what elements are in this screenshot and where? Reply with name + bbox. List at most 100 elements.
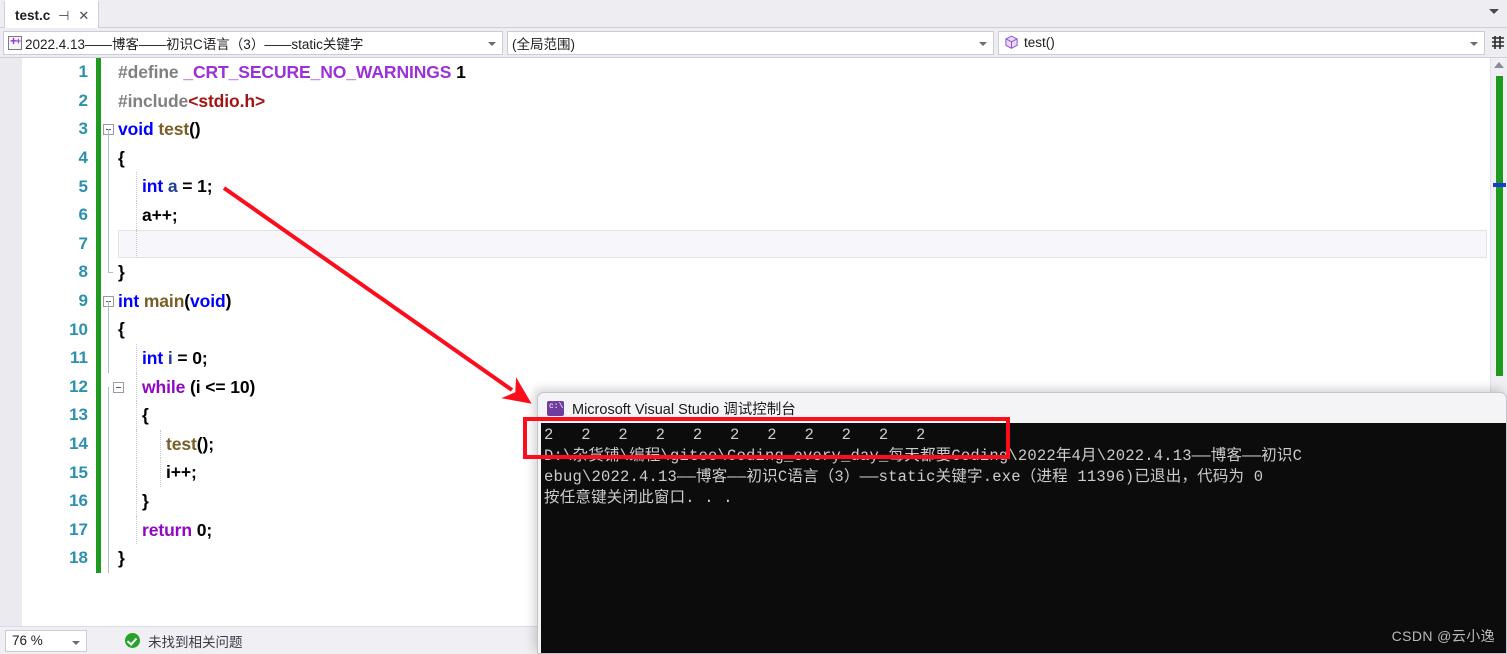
fold-column[interactable] (101, 401, 118, 430)
indent-guide (136, 372, 137, 402)
code-line[interactable]: 11 int i = 0; (0, 343, 1490, 373)
chevron-down-icon[interactable] (488, 41, 496, 46)
fold-column[interactable] (101, 315, 118, 344)
fold-column[interactable] (101, 429, 118, 459)
member-list-icon[interactable] (1489, 33, 1507, 53)
code-text: #include<stdio.h> (118, 87, 1490, 116)
fold-column[interactable] (101, 544, 118, 573)
collapse-toggle-icon[interactable] (113, 381, 124, 393)
line-number: 3 (78, 119, 88, 139)
code-token: { (118, 147, 125, 168)
member-dropdown-value: test() (1024, 35, 1055, 50)
chevron-down-icon[interactable] (979, 41, 987, 46)
code-token: int (142, 176, 168, 197)
code-text: int main(void) (118, 287, 1490, 316)
code-token: int (118, 290, 144, 311)
fold-column[interactable] (101, 343, 118, 373)
console-prompt-line: 按任意键关闭此窗口. . . (544, 489, 733, 507)
fold-column[interactable] (101, 115, 118, 144)
code-token: int (142, 347, 168, 368)
zoom-level-dropdown[interactable]: 76 % (5, 629, 87, 652)
code-line[interactable]: 9 int main(void) (0, 286, 1490, 316)
line-number: 14 (69, 434, 88, 454)
code-line[interactable]: 10 { (0, 315, 1490, 344)
fold-column[interactable] (101, 87, 118, 116)
chevron-down-icon[interactable] (1470, 41, 1478, 46)
fold-column[interactable] (101, 515, 118, 545)
line-number: 4 (78, 148, 88, 168)
indent-guide (160, 429, 161, 459)
fold-column[interactable] (101, 486, 118, 516)
zoom-level-value: 76 % (12, 633, 43, 648)
console-path-line-2: ebug\2022.4.13——博客——初识C语言（3）——static关键字.… (544, 468, 1264, 486)
fold-guide (108, 129, 109, 144)
code-token: void (190, 290, 226, 311)
chevron-down-icon[interactable] (72, 640, 80, 645)
code-token: } (118, 262, 125, 283)
fold-guide (108, 544, 109, 573)
project-dropdown[interactable]: 2022.4.13——博客——初识C语言（3）——static关键字 (3, 30, 503, 55)
fold-column[interactable] (101, 229, 118, 259)
line-number: 16 (69, 491, 88, 511)
scroll-up-arrow-icon[interactable] (1494, 62, 1504, 68)
status-message: 未找到相关问题 (148, 634, 243, 650)
line-number: 15 (69, 462, 88, 482)
line-number: 1 (78, 62, 88, 82)
cube-icon (1005, 35, 1018, 49)
fold-column[interactable] (101, 458, 118, 487)
code-token: return (142, 519, 197, 540)
fold-column[interactable] (101, 143, 118, 173)
fold-column[interactable] (101, 258, 118, 287)
code-token: ); (262, 233, 275, 254)
code-token: ; (201, 347, 208, 368)
code-line[interactable]: 5 int a = 1; (0, 172, 1490, 201)
code-line[interactable]: 4{ (0, 143, 1490, 173)
line-number: 18 (69, 548, 88, 568)
fold-guide (108, 300, 109, 316)
close-icon[interactable]: ✕ (77, 9, 90, 22)
code-line[interactable]: 3 void test() (0, 115, 1490, 144)
code-token: main (143, 290, 185, 311)
line-number: 9 (78, 291, 88, 311)
code-token: #define (118, 62, 184, 82)
code-token: "%d " (191, 233, 244, 254)
indent-guide (136, 515, 137, 545)
scope-dropdown[interactable]: (全局范围) (507, 30, 994, 55)
code-token: test (158, 119, 190, 140)
pin-icon[interactable]: ⊣ (57, 9, 70, 22)
fold-guide (108, 458, 109, 487)
fold-column[interactable] (101, 373, 124, 402)
tab-test-c[interactable]: test.c ⊣ ✕ (4, 0, 100, 28)
code-token: _CRT_SECURE_NO_WARNINGS (183, 62, 452, 82)
indent-guide (136, 401, 137, 430)
fold-column[interactable] (101, 200, 118, 230)
code-line[interactable]: 2 #include<stdio.h> (0, 86, 1490, 116)
line-number: 7 (78, 233, 88, 253)
fold-column[interactable] (101, 58, 118, 87)
code-token: <stdio.h> (188, 90, 266, 111)
code-text: } (118, 258, 1490, 287)
scrollbar-thumb[interactable] (1496, 76, 1503, 376)
code-line[interactable]: 7 printf("%d ", a); (0, 229, 1490, 259)
code-token: 1 (451, 62, 466, 82)
code-line[interactable]: 1 #define _CRT_SECURE_NO_WARNINGS 1 (0, 58, 1490, 87)
code-text: int a = 1; (118, 172, 1490, 201)
fold-guide (108, 401, 109, 430)
fold-column[interactable] (101, 287, 118, 316)
fold-column[interactable] (101, 172, 118, 201)
code-line[interactable]: 8} (0, 258, 1490, 287)
indent-guide (136, 200, 137, 230)
tab-label: test.c (15, 7, 51, 23)
code-token: ) (225, 290, 232, 311)
code-text: int i = 0; (118, 344, 1490, 373)
chevron-down-icon[interactable] (1489, 9, 1499, 14)
fold-guide (108, 258, 113, 273)
code-token: i++; (166, 462, 197, 483)
code-token: (); (196, 433, 214, 454)
code-token: #include (118, 90, 189, 111)
member-dropdown[interactable]: test() (998, 30, 1485, 55)
indent-guide (136, 486, 137, 516)
code-line[interactable]: 6 a++; (0, 200, 1490, 230)
scrollbar-caret-marker (1493, 183, 1506, 187)
code-token: } (142, 490, 149, 511)
